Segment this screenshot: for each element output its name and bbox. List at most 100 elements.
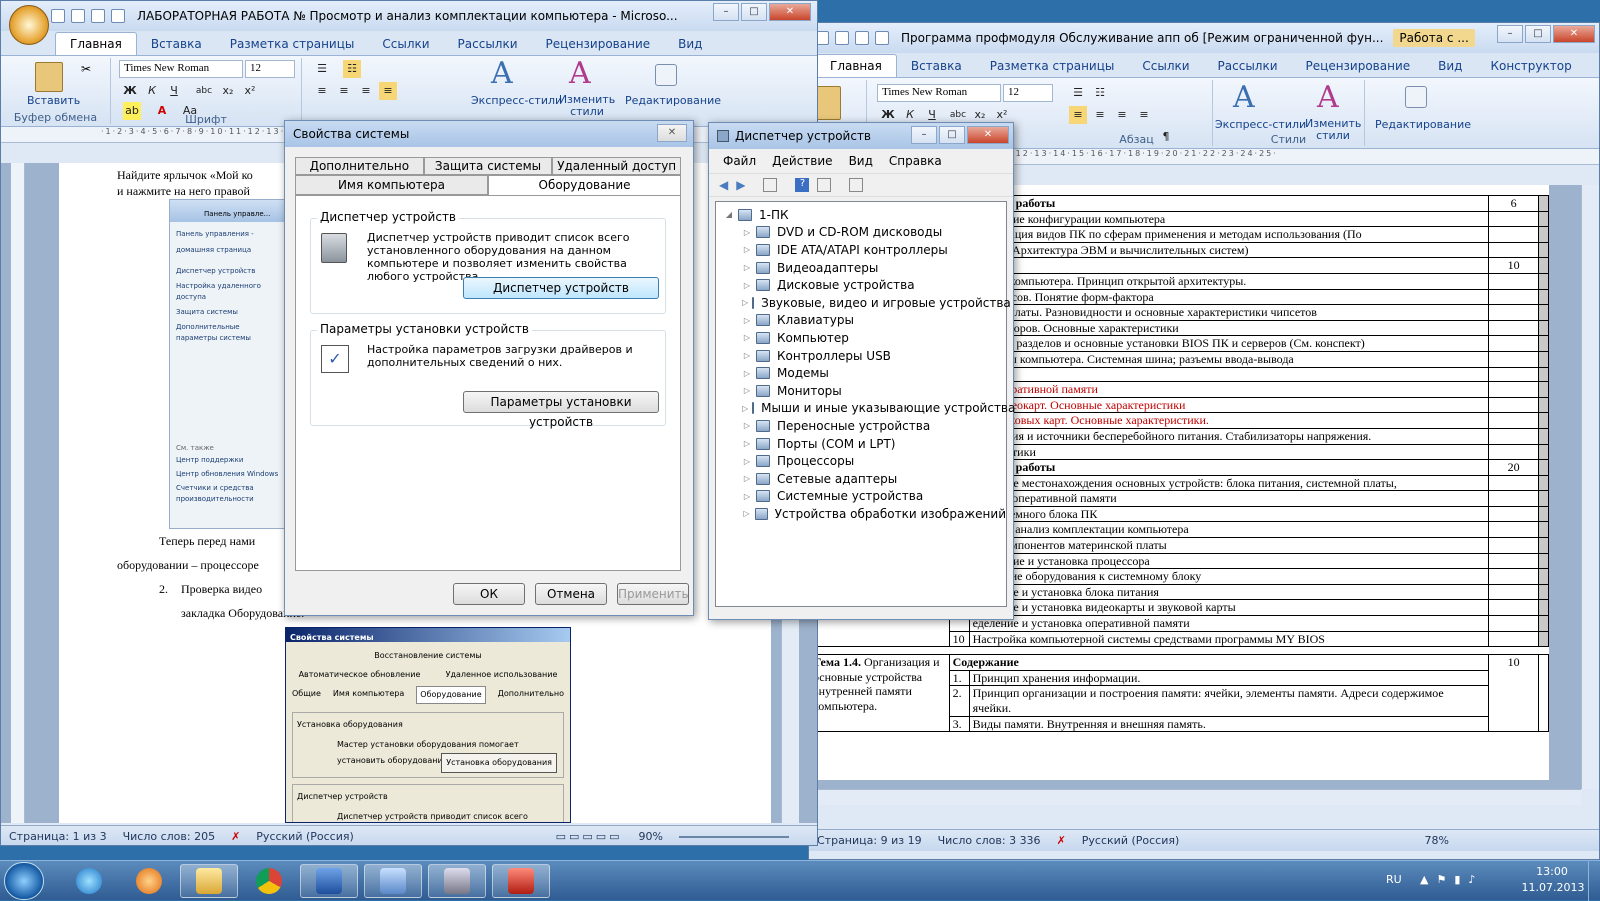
- expand-icon[interactable]: ▷: [742, 228, 752, 237]
- numbering-button[interactable]: ☷: [1091, 84, 1109, 102]
- view-buttons[interactable]: ▭▭▭▭▭: [556, 830, 623, 843]
- chrome-taskbar-button[interactable]: [240, 864, 298, 898]
- show-desktop-button[interactable]: [1588, 861, 1600, 901]
- explorer-taskbar-button[interactable]: [180, 864, 238, 898]
- device-tree[interactable]: ◢ 1-ПК ▷ DVD и CD-ROM дисководы ▷ IDE ATA/A…: [715, 201, 1015, 607]
- table-cell-content[interactable]: ули звуковых карт. Основные характеристи…: [968, 412, 1490, 429]
- apply-button[interactable]: Применить: [617, 583, 689, 605]
- device-manager-button[interactable]: Диспетчер устройств: [463, 277, 659, 299]
- collapse-icon[interactable]: ◢: [724, 210, 734, 219]
- expand-icon[interactable]: ▷: [742, 281, 752, 290]
- tree-item[interactable]: ▷ Устройства обработки изображений: [742, 505, 1006, 523]
- table-cell-content[interactable]: уктура компьютера. Принцип открытой архи…: [968, 272, 1490, 290]
- language-indicator[interactable]: RU: [1386, 873, 1402, 886]
- ribbon-tab[interactable]: Вид: [1424, 55, 1476, 77]
- tree-item[interactable]: ▷ Контроллеры USB: [742, 347, 1006, 365]
- tree-item[interactable]: ▷ Мыши и иные указывающие устройства: [742, 400, 1015, 418]
- table-cell-content[interactable]: актеристики: [968, 443, 1490, 461]
- item-text[interactable]: Виды памяти. Внутренняя и внешняя память…: [968, 715, 1490, 733]
- align-right-button[interactable]: ≡: [357, 82, 375, 100]
- ribbon-tab[interactable]: Разметка страницы: [216, 33, 369, 55]
- tree-item[interactable]: ▷ DVD и CD-ROM дисководы: [742, 224, 1006, 242]
- font-name-combo[interactable]: Times New Roman: [119, 60, 243, 78]
- tab-system-protection[interactable]: Защита системы: [423, 157, 553, 175]
- table-cell-content[interactable]: ключение оборудования к системному блоку: [968, 568, 1490, 585]
- expand-icon[interactable]: ▷: [742, 351, 752, 360]
- expand-icon[interactable]: ▷: [742, 369, 752, 378]
- tree-item[interactable]: ▷ Мониторы: [742, 382, 1006, 400]
- table-cell-content[interactable]: ание: [968, 257, 1490, 274]
- paste-icon[interactable]: [35, 62, 63, 92]
- ribbon-tab[interactable]: Вставка: [897, 55, 976, 77]
- numbering-button[interactable]: ☷: [343, 60, 361, 78]
- scan-hardware-icon[interactable]: [849, 178, 864, 192]
- strikethrough-button[interactable]: abc: [195, 82, 213, 100]
- maximize-button[interactable]: □: [741, 3, 767, 21]
- ribbon-tab[interactable]: Макет: [1586, 55, 1599, 77]
- justify-button[interactable]: ≡: [1135, 106, 1153, 124]
- expand-icon[interactable]: ▷: [742, 474, 752, 483]
- spelling-icon[interactable]: ✗: [231, 830, 240, 843]
- align-left-button[interactable]: ≡: [1069, 106, 1087, 124]
- table-cell-content[interactable]: торные работы: [968, 195, 1490, 212]
- minimize-button[interactable]: –: [911, 126, 937, 144]
- tree-item[interactable]: ▷ Дисковые устройства: [742, 276, 1006, 294]
- maximize-button[interactable]: □: [939, 126, 965, 144]
- ie-taskbar-button[interactable]: [60, 864, 118, 898]
- ribbon-tab[interactable]: Рецензирование: [532, 33, 665, 55]
- office-button[interactable]: [9, 5, 49, 45]
- clock-date[interactable]: 11.07.2013: [1518, 881, 1588, 894]
- system-taskbar-button[interactable]: [364, 864, 422, 898]
- menu-item[interactable]: Справка: [889, 154, 942, 168]
- expand-icon[interactable]: ▷: [742, 245, 752, 254]
- menu-item[interactable]: Файл: [723, 154, 756, 168]
- table-cell-content[interactable]: ределение и установка процессора: [968, 552, 1490, 570]
- device-manager-taskbar-button[interactable]: [428, 864, 486, 898]
- table-cell-content[interactable]: и питания и источники бесперебойного пит…: [968, 427, 1490, 445]
- tree-item[interactable]: ▷ Системные устройства: [742, 488, 1006, 506]
- menu-item[interactable]: Вид: [849, 154, 873, 168]
- context-tab-label[interactable]: Работа с ...: [1393, 29, 1475, 47]
- tree-item[interactable]: ▷ Модемы: [742, 364, 1006, 382]
- undo-icon[interactable]: [835, 31, 849, 45]
- redo-icon[interactable]: [855, 31, 869, 45]
- ribbon-tab[interactable]: Главная: [55, 32, 137, 55]
- language-indicator[interactable]: Русский (Россия): [256, 830, 354, 843]
- paste-icon[interactable]: [815, 86, 841, 120]
- align-center-button[interactable]: ≡: [1091, 106, 1109, 124]
- table-cell-content[interactable]: ссификация видов ПК по сферам применения…: [968, 226, 1490, 243]
- expand-icon[interactable]: ▷: [742, 263, 752, 272]
- tab-remote-access[interactable]: Удаленный доступ: [552, 157, 682, 175]
- page-count[interactable]: Страница: 1 из 3: [9, 830, 107, 843]
- tray-icons[interactable]: ▲⚑▮♪: [1420, 873, 1483, 886]
- tab-advanced[interactable]: Дополнительно: [295, 157, 424, 175]
- vertical-scrollbar[interactable]: [1581, 185, 1599, 789]
- save-icon[interactable]: [51, 9, 65, 23]
- change-styles-label[interactable]: Изменить стили: [557, 94, 617, 118]
- language-indicator[interactable]: Русский (Россия): [1082, 834, 1180, 847]
- ribbon-tab[interactable]: Вид: [664, 33, 716, 55]
- underline-button[interactable]: Ч: [165, 82, 183, 100]
- table-cell-content[interactable]: ули видеокарт. Основные характеристики: [968, 396, 1490, 414]
- expand-icon[interactable]: ▷: [742, 439, 752, 448]
- cut-icon[interactable]: ✂: [81, 62, 91, 76]
- subscript-button[interactable]: x₂: [219, 82, 237, 100]
- zoom-level[interactable]: 90%: [639, 830, 663, 843]
- ribbon-tab[interactable]: Ссылки: [368, 33, 443, 55]
- tree-root[interactable]: ◢ 1-ПК: [724, 206, 1006, 224]
- express-styles-icon[interactable]: A: [491, 56, 513, 91]
- expand-icon[interactable]: ▷: [742, 333, 752, 342]
- tree-item[interactable]: ▷ Переносные устройства: [742, 417, 1006, 435]
- media-player-taskbar-button[interactable]: [120, 864, 178, 898]
- tree-item[interactable]: ▷ Видеоадаптеры: [742, 259, 1006, 277]
- zoom-level[interactable]: 78%: [1425, 834, 1449, 847]
- item-text[interactable]: Принцип хранения информации.: [968, 669, 1490, 687]
- start-button[interactable]: [4, 862, 44, 900]
- ok-button[interactable]: ОК: [453, 583, 525, 605]
- new-doc-icon[interactable]: [111, 9, 125, 23]
- properties-icon[interactable]: [763, 178, 778, 192]
- align-left-button[interactable]: ≡: [313, 82, 331, 100]
- table-cell-content[interactable]: ули оперативной памяти: [968, 381, 1490, 398]
- item-text[interactable]: Принцип организации и построения памяти:…: [968, 685, 1490, 717]
- tree-item[interactable]: ▷ Сетевые адаптеры: [742, 470, 1006, 488]
